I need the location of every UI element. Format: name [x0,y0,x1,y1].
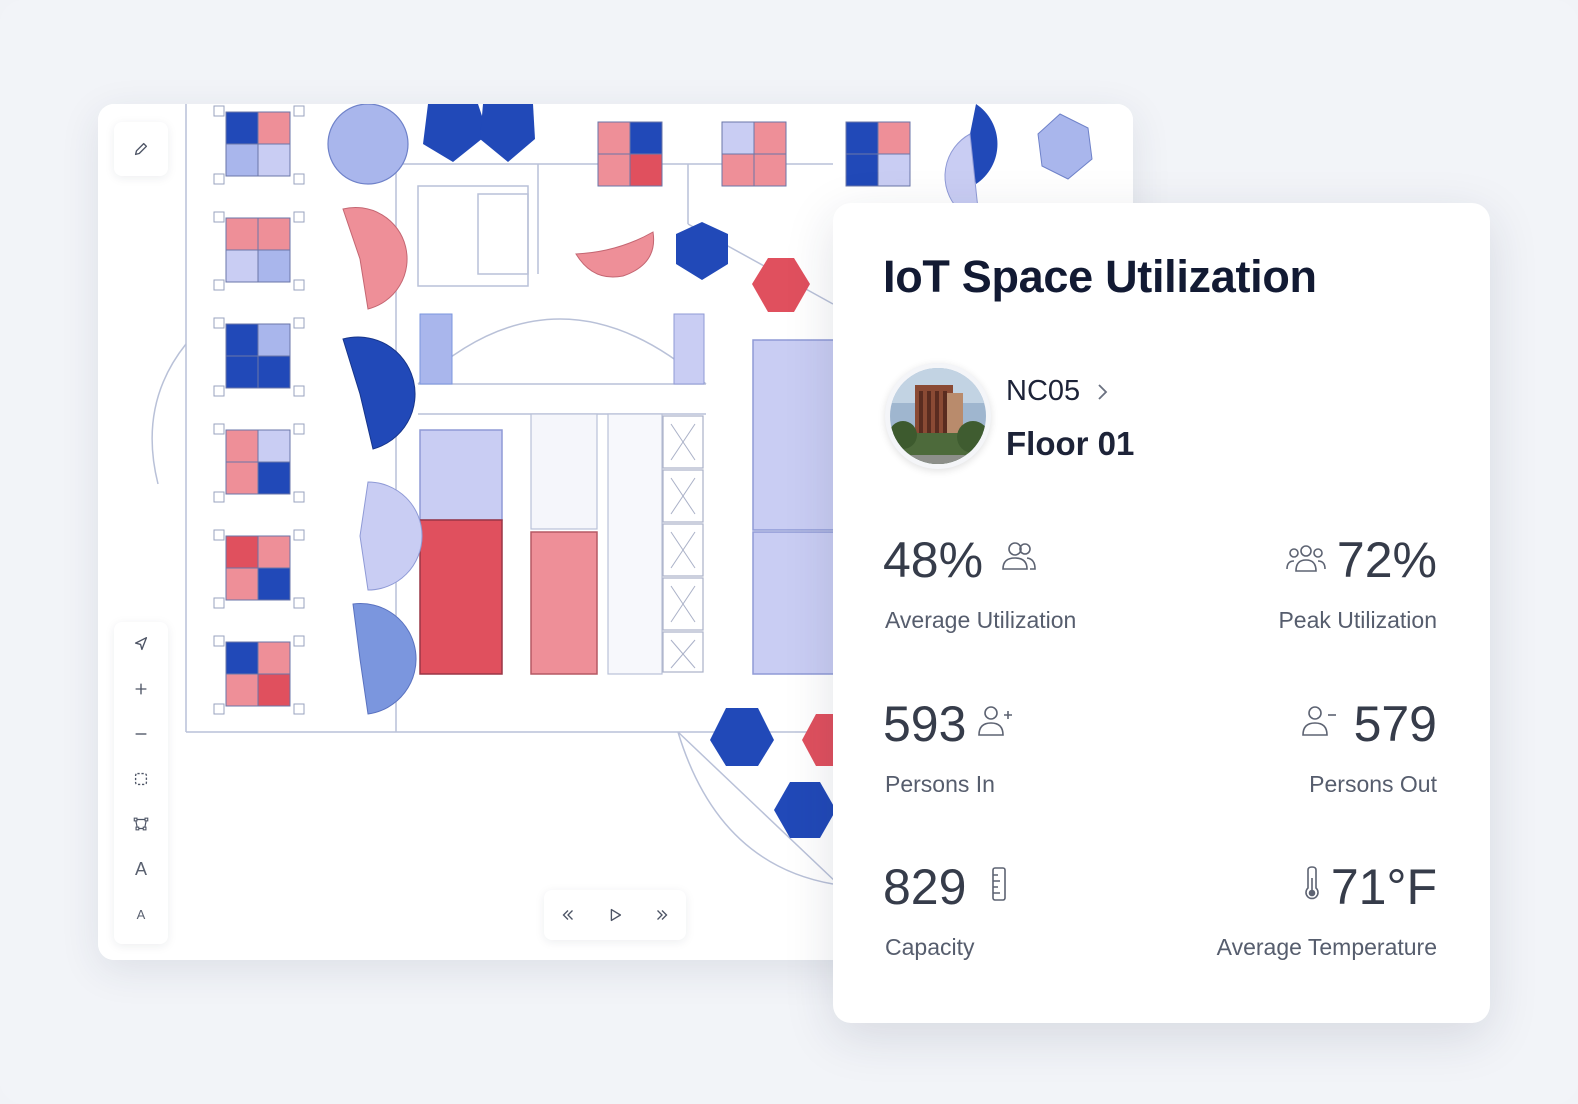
stat-value: 48% [883,532,984,588]
zoom-out-icon[interactable] [114,712,168,756]
playback-controls [544,890,686,940]
building-link[interactable]: NC05 [1006,375,1110,408]
stat-value: 72% [1336,532,1437,588]
pointer-icon[interactable] [114,622,168,666]
text-large-icon[interactable]: A [114,847,168,891]
ruler-icon [979,866,1021,902]
zoom-in-icon[interactable] [114,667,168,711]
stat-persons-in: 593 Persons In [883,696,1012,797]
stat-label: Persons In [885,771,995,797]
building-name: NC05 [1006,375,1081,407]
map-toolbar: A A [114,622,168,944]
iot-utilization-card: IoT Space Utilization NC05 Floor 01 48% … [833,203,1490,1023]
person-add-icon [975,703,1017,739]
stat-value: 593 [883,696,967,752]
floor-name: Floor 01 [1006,425,1135,462]
stat-label: Peak Utilization [1278,607,1437,633]
stat-capacity: 829 Capacity [883,859,1006,960]
pencil-icon[interactable] [114,127,168,171]
polygon-icon[interactable] [114,802,168,846]
card-title: IoT Space Utilization [883,251,1317,302]
stat-label: Capacity [885,934,975,960]
thermometer-icon [1291,866,1333,902]
stat-label: Average Temperature [1216,934,1437,960]
fast-forward-icon[interactable] [644,897,680,933]
stat-label: Persons Out [1309,771,1437,797]
stat-value: 829 [883,859,967,915]
draw-toolbar [114,122,168,176]
chevron-right-icon [1098,383,1108,400]
person-remove-icon [1299,703,1341,739]
text-small-icon[interactable]: A [114,892,168,936]
stat-value: 579 [1353,696,1437,752]
stat-label: Average Utilization [885,607,1077,633]
rewind-icon[interactable] [550,897,586,933]
stat-value: 71°F [1330,859,1437,915]
select-area-icon[interactable] [114,757,168,801]
building-avatar [885,363,991,469]
play-icon[interactable] [597,897,633,933]
background-frame: A A IoT Space Utilization NC05 Floor 01 … [0,0,1578,1104]
stat-average-utilization: 48% Average Utilization [883,532,1076,633]
group-icon [1285,541,1327,577]
people-icon [997,539,1039,575]
